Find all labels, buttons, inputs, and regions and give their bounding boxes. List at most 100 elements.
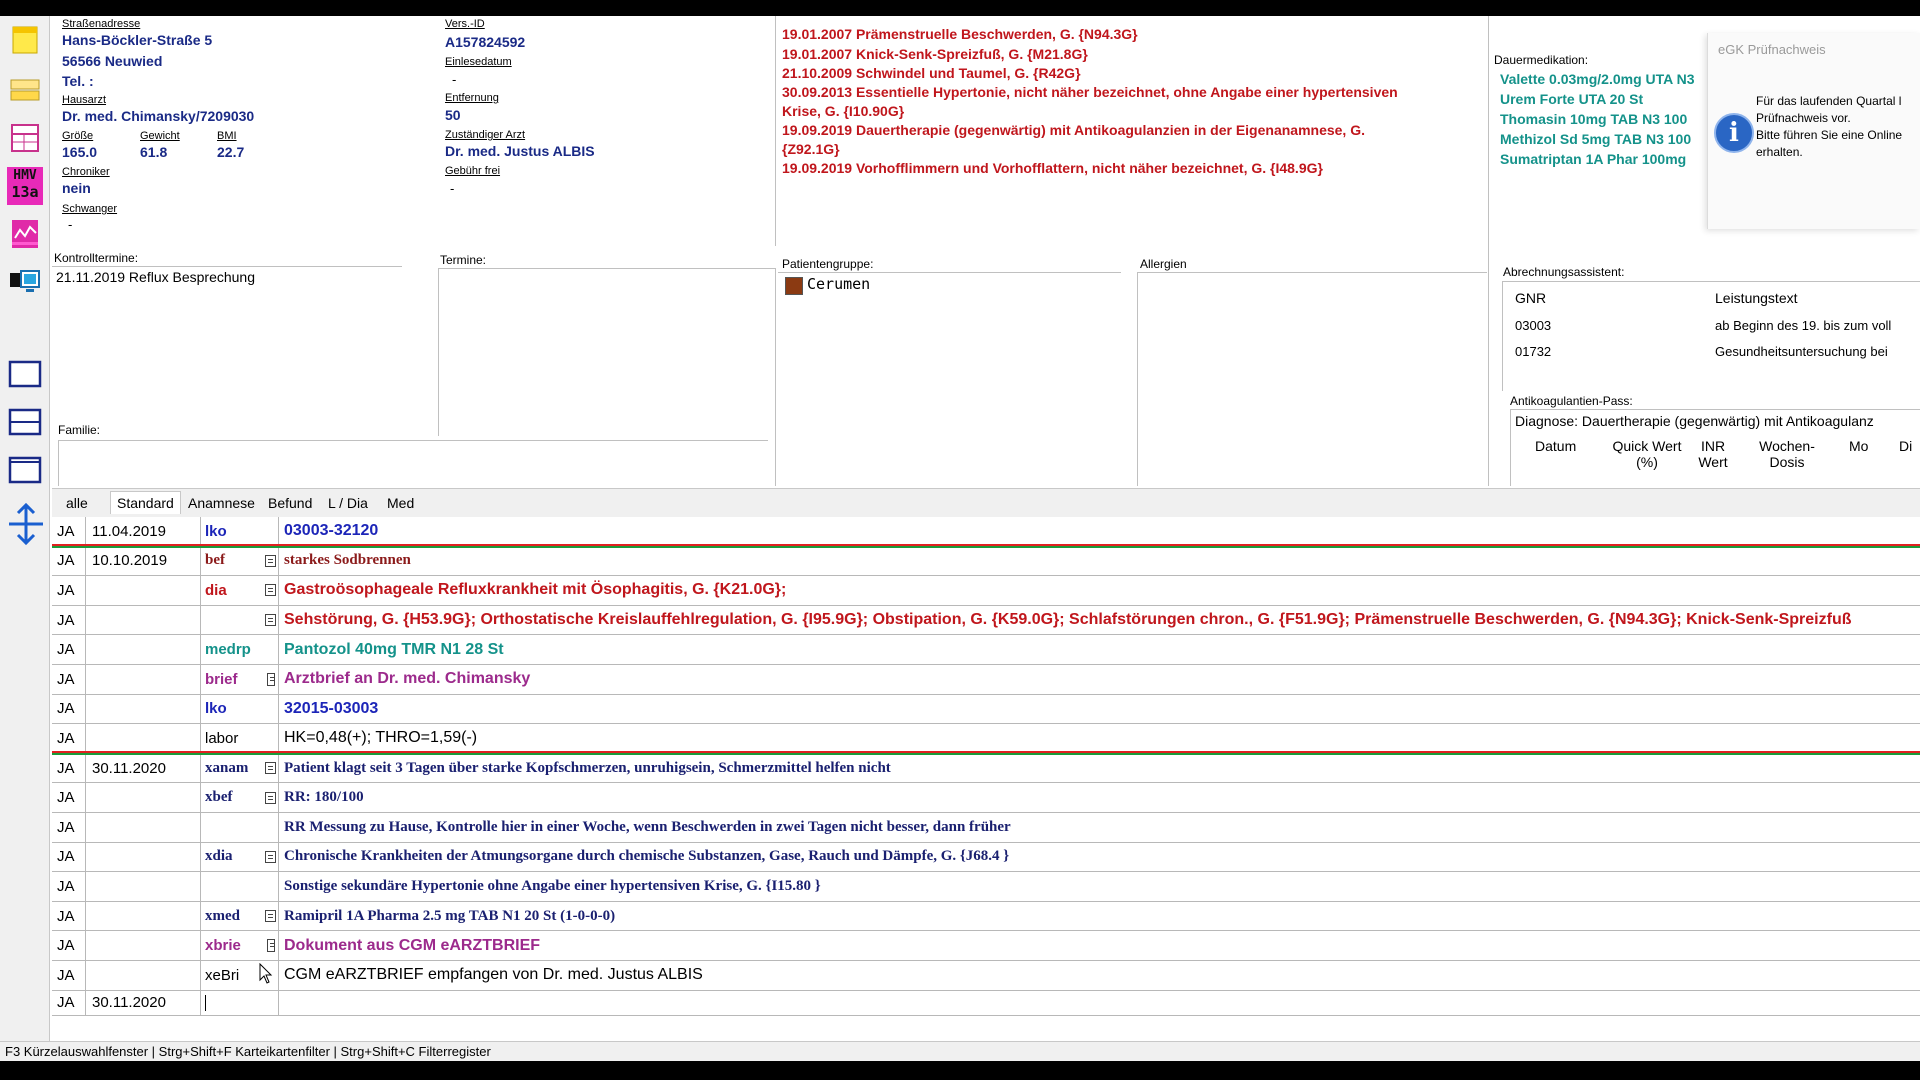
cards-icon[interactable] xyxy=(6,72,44,108)
document-icon[interactable] xyxy=(265,850,276,863)
journal-row[interactable]: JA 10.10.2019 bef starkes Sodbrennen xyxy=(52,546,1920,577)
patientengruppe-value[interactable]: Cerumen xyxy=(807,275,870,293)
date-cell[interactable]: 11.04.2019 xyxy=(86,517,201,546)
date-cell[interactable] xyxy=(86,665,201,694)
date-cell[interactable] xyxy=(86,605,201,635)
ja-cell[interactable]: JA xyxy=(52,546,86,576)
tab-befund[interactable]: Befund xyxy=(266,494,314,512)
date-cell[interactable] xyxy=(86,961,201,990)
monitor-icon[interactable] xyxy=(6,264,44,300)
ja-cell[interactable]: JA xyxy=(52,842,86,872)
ja-cell[interactable]: JA xyxy=(52,961,86,990)
gnr-cell[interactable]: 01732 xyxy=(1515,344,1551,359)
move-vertical-icon[interactable] xyxy=(6,502,44,546)
leistungstext-cell[interactable]: Gesundheitsuntersuchung bei xyxy=(1715,344,1888,359)
document-icon[interactable] xyxy=(265,554,276,567)
date-cell[interactable] xyxy=(86,813,201,842)
journal-row[interactable]: JA RR Messung zu Hause, Kontrolle hier in… xyxy=(52,813,1920,843)
entry-type-cell[interactable]: lko xyxy=(201,695,263,724)
journal-row[interactable]: JA 11.04.2019 lko 03003-32120 xyxy=(52,517,1920,547)
ja-cell[interactable]: JA xyxy=(52,665,86,694)
entry-text-cell[interactable]: Gastroösophageale Refluxkrankheit mit Ös… xyxy=(279,576,1920,605)
journal-row[interactable]: JA xeBri CGM eARZTBRIEF empfangen von Dr. … xyxy=(52,961,1920,991)
entry-text-cell[interactable]: 32015-03003 xyxy=(279,695,1920,724)
entry-text-cell[interactable]: 03003-32120 xyxy=(279,517,1920,546)
ja-cell[interactable]: JA xyxy=(52,901,86,931)
entry-type-cell[interactable]: brief xyxy=(201,665,263,694)
ja-cell[interactable]: JA xyxy=(52,931,86,960)
tab-alle[interactable]: alle xyxy=(64,494,90,512)
tab-med[interactable]: Med xyxy=(385,494,416,512)
window-icon[interactable] xyxy=(6,452,44,488)
journal-row[interactable]: JA dia Gastroösophageale Refluxkrankheit m… xyxy=(52,576,1920,606)
entry-type-cell[interactable]: xmed xyxy=(201,902,263,931)
list-icon[interactable] xyxy=(265,584,276,597)
journal-row[interactable]: JA labor HK=0,48(+); THRO=1,59(-) xyxy=(52,724,1920,754)
new-entry-row[interactable]: JA 30.11.2020 xyxy=(52,990,1920,1016)
journal-row[interactable]: JA 30.11.2020 xanam Patient klagt seit 3 Ta… xyxy=(52,753,1920,784)
entry-text-cell[interactable]: CGM eARZTBRIEF empfangen von Dr. med. Ju… xyxy=(279,961,1920,990)
entry-type-cell[interactable]: xeBri xyxy=(201,961,263,990)
date-cell[interactable] xyxy=(86,901,201,931)
entry-type-cell[interactable]: medrp xyxy=(201,635,263,664)
ja-cell[interactable]: JA xyxy=(52,813,86,842)
leistungstext-cell[interactable]: ab Beginn des 19. bis zum voll xyxy=(1715,318,1891,333)
ja-cell[interactable]: JA xyxy=(52,872,86,901)
entry-text-cell[interactable]: Chronische Krankheiten der Atmungsorgane… xyxy=(279,843,1920,872)
split-window-icon[interactable] xyxy=(6,404,44,440)
journal-row[interactable]: JA lko 32015-03003 xyxy=(52,694,1920,725)
journal-row[interactable]: JA xdia Chronische Krankheiten der Atmungs… xyxy=(52,842,1920,873)
entry-type-cell[interactable]: lko xyxy=(201,517,263,546)
entry-type-cell[interactable]: xanam xyxy=(201,754,263,783)
kontrolltermin-value[interactable]: 21.11.2019 Reflux Besprechung xyxy=(56,269,255,285)
journal-row[interactable]: JA xbrie Dokument aus CGM eARZTBRIEF xyxy=(52,931,1920,961)
single-window-icon[interactable] xyxy=(6,356,44,392)
entry-type-cell[interactable]: dia xyxy=(201,576,263,605)
journal-row[interactable]: JA Sonstige sekundäre Hypertonie ohne Ang… xyxy=(52,872,1920,902)
entry-type-cell[interactable] xyxy=(201,606,263,635)
page-icon[interactable] xyxy=(266,672,275,686)
entry-text-cell[interactable]: HK=0,48(+); THRO=1,59(-) xyxy=(279,724,1920,753)
entry-text-input[interactable] xyxy=(279,991,1920,1015)
entry-text-cell[interactable]: RR Messung zu Hause, Kontrolle hier in e… xyxy=(279,813,1920,842)
date-cell[interactable] xyxy=(86,635,201,664)
note-icon[interactable] xyxy=(6,22,44,58)
entry-type-cell[interactable]: bef xyxy=(201,547,263,576)
hmv-13a-icon[interactable]: HMV 13a xyxy=(6,167,44,205)
entry-type-cell[interactable]: xdia xyxy=(201,843,263,872)
journal-row[interactable]: JA xmed Ramipril 1A Pharma 2.5 mg TAB N1 2… xyxy=(52,901,1920,932)
date-cell[interactable]: 30.11.2020 xyxy=(86,753,201,783)
page-icon[interactable] xyxy=(266,939,275,953)
date-cell[interactable] xyxy=(86,872,201,901)
entry-type-cell[interactable] xyxy=(201,872,263,901)
entry-text-cell[interactable]: Dokument aus CGM eARZTBRIEF xyxy=(279,931,1920,960)
entry-text-cell[interactable]: Sonstige sekundäre Hypertonie ohne Angab… xyxy=(279,872,1920,901)
ja-cell[interactable]: JA xyxy=(52,635,86,664)
ja-cell[interactable]: JA xyxy=(52,990,86,1015)
entry-text-cell[interactable]: Sehstörung, G. {H53.9G}; Orthostatische … xyxy=(279,606,1920,635)
entry-text-cell[interactable]: RR: 180/100 xyxy=(279,783,1920,812)
chart-icon[interactable] xyxy=(6,216,44,252)
list-icon[interactable] xyxy=(265,614,276,627)
entry-text-cell[interactable]: Patient klagt seit 3 Tagen über starke K… xyxy=(279,754,1920,783)
entry-type-cell[interactable] xyxy=(201,813,263,842)
ja-cell[interactable]: JA xyxy=(52,517,86,546)
date-cell[interactable]: 30.11.2020 xyxy=(86,990,201,1015)
date-cell[interactable] xyxy=(86,694,201,724)
journal-row[interactable]: JA medrp Pantozol 40mg TMR N1 28 St xyxy=(52,635,1920,665)
document-icon[interactable] xyxy=(265,762,276,775)
entry-type-cell[interactable]: labor xyxy=(201,724,263,753)
ja-cell[interactable]: JA xyxy=(52,694,86,724)
tab-l-dia[interactable]: L / Dia xyxy=(326,494,370,512)
calendar-grid-icon[interactable] xyxy=(6,120,44,156)
ja-cell[interactable]: JA xyxy=(52,753,86,783)
entry-text-cell[interactable]: Ramipril 1A Pharma 2.5 mg TAB N1 20 St (… xyxy=(279,902,1920,931)
ja-cell[interactable]: JA xyxy=(52,605,86,635)
date-cell[interactable]: 10.10.2019 xyxy=(86,546,201,576)
entry-text-cell[interactable]: Arztbrief an Dr. med. Chimansky xyxy=(279,665,1920,694)
entry-type-cell[interactable]: xbrie xyxy=(201,931,263,960)
document-icon[interactable] xyxy=(265,910,276,923)
journal-row[interactable]: JA xbef RR: 180/100 xyxy=(52,783,1920,813)
journal-row[interactable]: JA Sehstörung, G. {H53.9G}; Orthostatisch… xyxy=(52,605,1920,636)
date-cell[interactable] xyxy=(86,931,201,960)
